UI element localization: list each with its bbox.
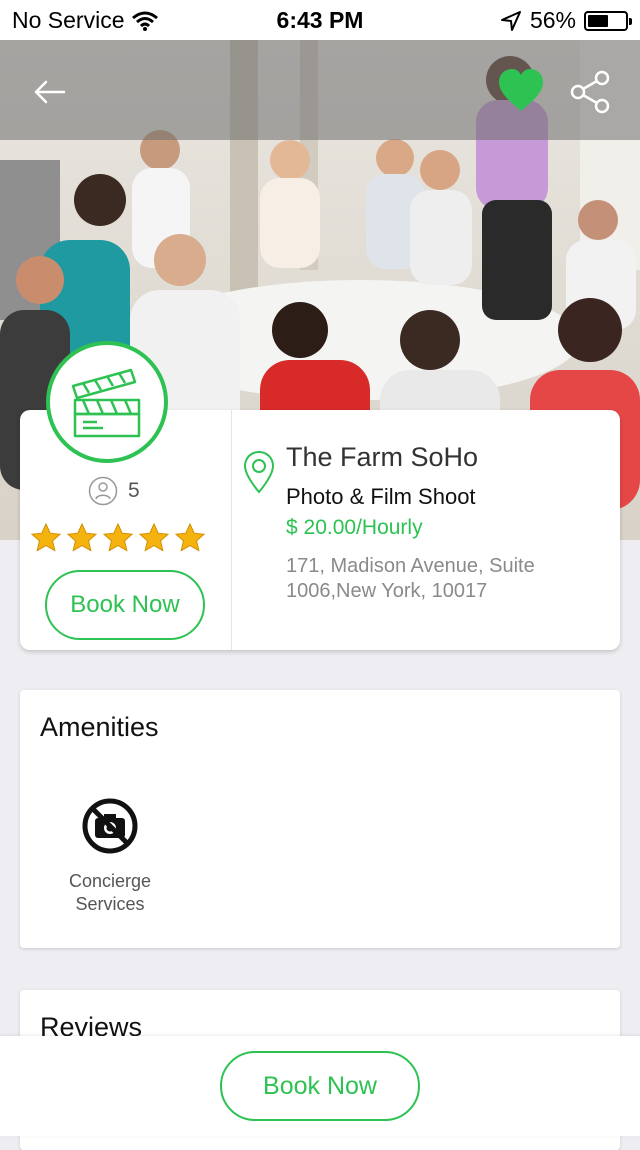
clapperboard-icon bbox=[71, 368, 141, 438]
back-arrow-icon[interactable] bbox=[28, 70, 72, 114]
amenity-item: Concierge Services bbox=[50, 796, 170, 916]
battery-percent: 56% bbox=[529, 7, 576, 33]
book-now-footer-button[interactable]: Book Now bbox=[220, 1051, 420, 1121]
no-camera-icon bbox=[82, 798, 138, 854]
location-arrow-icon bbox=[500, 10, 521, 31]
battery-fill bbox=[588, 14, 608, 27]
star-icon bbox=[174, 522, 206, 552]
capacity: 5 bbox=[88, 476, 140, 506]
venue-name: The Farm SoHo bbox=[286, 442, 479, 472]
amenities-title: Amenities bbox=[40, 712, 159, 742]
location-pin-icon bbox=[243, 450, 275, 494]
book-now-button[interactable]: Book Now bbox=[45, 570, 205, 640]
heart-icon[interactable] bbox=[496, 66, 546, 116]
star-icon bbox=[66, 522, 98, 552]
bottom-bar: Book Now bbox=[0, 1036, 640, 1136]
venue-address: 171, Madison Avenue, Suite 1006,New York… bbox=[286, 555, 535, 602]
battery-icon bbox=[584, 10, 632, 31]
amenity-label: Concierge Services bbox=[68, 871, 152, 914]
venue-price: $ 20.00/Hourly bbox=[286, 516, 423, 539]
card-divider bbox=[231, 410, 232, 650]
amenities-card: Amenities Concierge Services bbox=[20, 690, 620, 948]
star-icon bbox=[30, 522, 62, 552]
venue-type: Photo & Film Shoot bbox=[286, 484, 476, 509]
star-icon bbox=[138, 522, 170, 552]
share-icon[interactable] bbox=[566, 68, 614, 116]
nav-bar bbox=[0, 40, 640, 140]
capacity-count: 5 bbox=[128, 479, 140, 502]
status-right: 56% bbox=[500, 7, 632, 34]
status-bar: No Service 6:43 PM 56% bbox=[0, 0, 640, 40]
rating-stars bbox=[30, 522, 206, 554]
person-icon bbox=[88, 476, 118, 506]
star-icon bbox=[102, 522, 134, 552]
category-badge bbox=[46, 341, 168, 463]
